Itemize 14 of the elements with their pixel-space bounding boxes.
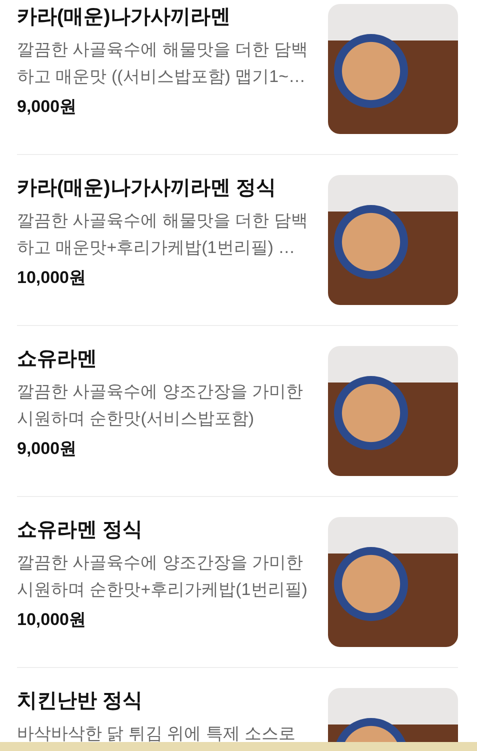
menu-item-price: 10,000원 bbox=[17, 609, 87, 631]
menu-item-name[interactable]: 치킨난반 정식 bbox=[17, 688, 316, 714]
menu-item-price: 9,000원 bbox=[17, 438, 78, 460]
menu-item-description: 깔끔한 사골육수에 양조간장을 가미한 시원하며 순한맛+후리가케밥(1번리필) bbox=[17, 552, 308, 601]
menu-item-name[interactable]: 쇼유라멘 정식 bbox=[17, 517, 316, 543]
menu-item-description: 바삭바삭한 닭 튀김 위에 특제 소스로 bbox=[17, 723, 297, 745]
menu-item-price: 9,000원 bbox=[17, 96, 78, 118]
menu-item-price: 10,000원 bbox=[17, 267, 87, 289]
menu-item-name[interactable]: 카라(매운)나가사끼라멘 정식 bbox=[17, 175, 316, 201]
menu-item-description: 깔끔한 사골육수에 양조간장을 가미한 시원하며 순한맛(서비스밥포함) bbox=[17, 381, 304, 430]
menu-item-name[interactable]: 쇼유라멘 bbox=[17, 346, 316, 372]
menu-item-name[interactable]: 카라(매운)나가사끼라멘 bbox=[17, 4, 316, 30]
menu-item-description: 깔끔한 사골육수에 해물맛을 더한 담백하고 매운맛 ((서비스밥포함) 맵기1~… bbox=[17, 39, 309, 88]
menu-item-description: 깔끔한 사골육수에 해물맛을 더한 담백하고 매운맛+후리가케밥(1번리필) … bbox=[17, 210, 309, 259]
